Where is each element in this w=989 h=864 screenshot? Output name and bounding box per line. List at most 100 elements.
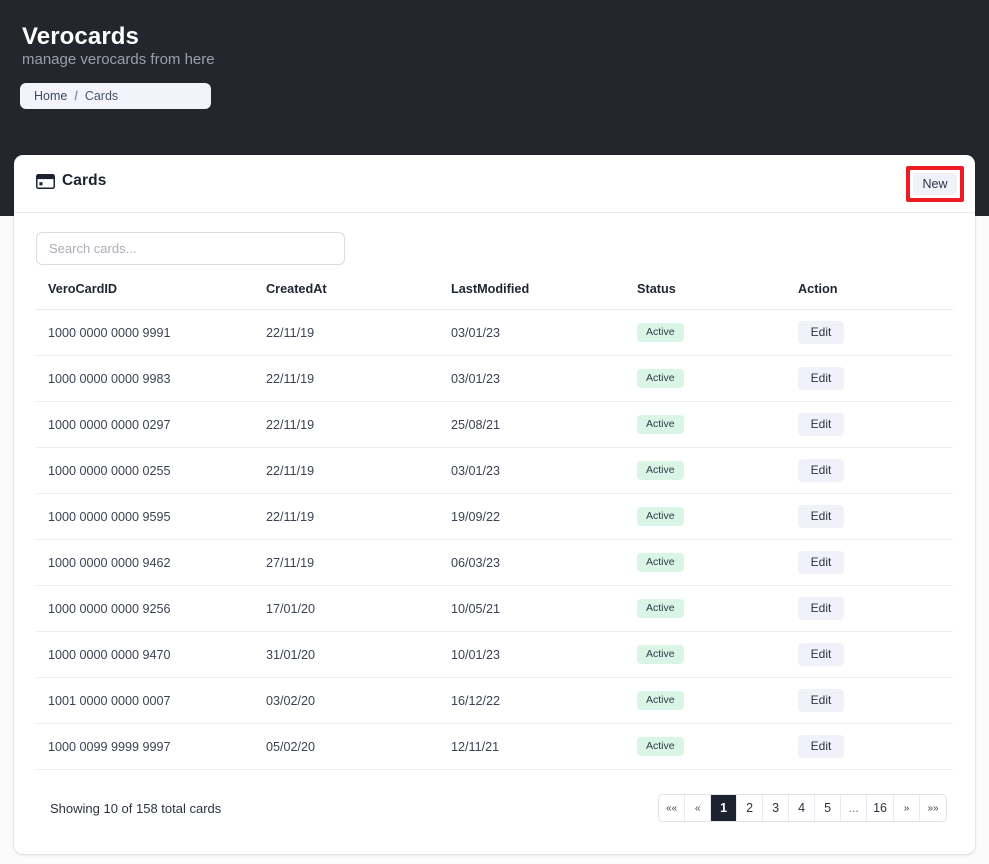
cell-lastmodified: 03/01/23	[451, 447, 637, 494]
status-badge: Active	[637, 737, 684, 756]
table-header-row: VeroCardID CreatedAt LastModified Status…	[36, 282, 953, 310]
breadcrumb-home[interactable]: Home	[34, 89, 67, 103]
new-button[interactable]: New	[913, 173, 957, 195]
cell-status: Active	[637, 493, 798, 540]
edit-button[interactable]: Edit	[798, 643, 844, 666]
cell-createdat: 22/11/19	[266, 447, 451, 494]
cards-table-wrap: VeroCardID CreatedAt LastModified Status…	[14, 265, 975, 770]
cell-verocardid: 1000 0000 0000 9470	[36, 631, 266, 678]
breadcrumb: Home / Cards	[20, 83, 211, 109]
cell-lastmodified: 25/08/21	[451, 401, 637, 448]
cell-action: Edit	[798, 401, 953, 448]
status-badge: Active	[637, 369, 684, 388]
pagination-next[interactable]: »	[894, 795, 920, 821]
col-header-action: Action	[798, 282, 953, 310]
edit-button[interactable]: Edit	[798, 459, 844, 482]
cell-verocardid: 1000 0000 0000 0297	[36, 401, 266, 448]
cell-createdat: 22/11/19	[266, 355, 451, 402]
cards-panel: Cards New VeroCardID CreatedAt LastModif…	[14, 155, 975, 854]
cell-status: Active	[637, 355, 798, 402]
pagination-page-16[interactable]: 16	[867, 795, 894, 821]
cell-createdat: 22/11/19	[266, 493, 451, 540]
cell-verocardid: 1000 0000 0000 9256	[36, 585, 266, 632]
page-root: Verocards manage verocards from here Hom…	[0, 0, 989, 864]
breadcrumb-current: Cards	[84, 89, 119, 103]
edit-button[interactable]: Edit	[798, 551, 844, 574]
pagination-prev[interactable]: «	[685, 795, 712, 821]
col-header-verocardid: VeroCardID	[36, 282, 266, 310]
status-badge: Active	[637, 645, 684, 664]
cell-verocardid: 1000 0000 0000 9991	[36, 309, 266, 356]
cell-verocardid: 1000 0000 0000 9462	[36, 539, 266, 586]
panel-title-group: Cards	[36, 172, 106, 190]
pagination: «« «1 2 3 4 5... 16»»»	[658, 794, 947, 822]
cell-verocardid: 1000 0000 0000 9983	[36, 355, 266, 402]
cards-table: VeroCardID CreatedAt LastModified Status…	[36, 282, 953, 770]
app-subtitle: manage verocards from here	[22, 51, 215, 68]
cell-createdat: 17/01/20	[266, 585, 451, 632]
cell-verocardid: 1000 0000 0000 0255	[36, 447, 266, 494]
panel-title: Cards	[62, 172, 107, 189]
col-header-createdat: CreatedAt	[266, 282, 451, 310]
cell-action: Edit	[798, 309, 953, 356]
cell-verocardid: 1001 0000 0000 0007	[36, 677, 266, 724]
cell-createdat: 31/01/20	[266, 631, 451, 678]
cell-action: Edit	[798, 447, 953, 494]
edit-button[interactable]: Edit	[798, 321, 844, 344]
edit-button[interactable]: Edit	[798, 597, 844, 620]
breadcrumb-separator: /	[74, 89, 78, 103]
status-badge: Active	[637, 691, 684, 710]
edit-button[interactable]: Edit	[798, 689, 844, 712]
pagination-page-3[interactable]: 3	[763, 795, 790, 821]
table-row: 1000 0000 0000 9595 22/11/19 19/09/22 Activ…	[36, 493, 953, 540]
cell-createdat: 27/11/19	[266, 539, 451, 586]
col-header-lastmodified: LastModified	[451, 282, 637, 310]
cell-status: Active	[637, 401, 798, 448]
edit-button[interactable]: Edit	[798, 367, 844, 390]
pagination-page-2[interactable]: 2	[737, 795, 764, 821]
cell-action: Edit	[798, 355, 953, 402]
credit-card-icon	[36, 173, 55, 189]
col-header-status: Status	[637, 282, 798, 310]
search-input[interactable]	[36, 232, 345, 265]
panel-footer: Showing 10 of 158 total cards «« «1 2 3 4 5..…	[14, 762, 975, 854]
edit-button[interactable]: Edit	[798, 735, 844, 758]
edit-button[interactable]: Edit	[798, 413, 844, 436]
cell-action: Edit	[798, 585, 953, 632]
cell-action: Edit	[798, 677, 953, 724]
pagination-page-5[interactable]: 5	[815, 795, 842, 821]
table-row: 1000 0000 0000 9983 22/11/19 03/01/23 Activ…	[36, 355, 953, 402]
cell-action: Edit	[798, 539, 953, 586]
cell-createdat: 22/11/19	[266, 401, 451, 448]
cell-status: Active	[637, 447, 798, 494]
cell-lastmodified: 10/01/23	[451, 631, 637, 678]
status-badge: Active	[637, 415, 684, 434]
pagination-first[interactable]: ««	[659, 795, 686, 821]
table-row: 1000 0000 0000 9462 27/11/19 06/03/23 Activ…	[36, 539, 953, 586]
table-row: 1000 0000 0000 9470 31/01/20 10/01/23 Activ…	[36, 631, 953, 678]
cell-lastmodified: 10/05/21	[451, 585, 637, 632]
cell-createdat: 22/11/19	[266, 309, 451, 356]
status-badge: Active	[637, 461, 684, 480]
showing-count: Showing 10 of 158 total cards	[50, 800, 222, 816]
cell-verocardid: 1000 0000 0000 9595	[36, 493, 266, 540]
status-badge: Active	[637, 553, 684, 572]
cell-action: Edit	[798, 631, 953, 678]
table-body: 1000 0000 0000 9991 22/11/19 03/01/23 Activ…	[36, 309, 953, 770]
status-badge: Active	[637, 507, 684, 526]
cell-status: Active	[637, 585, 798, 632]
pagination-page-4[interactable]: 4	[789, 795, 816, 821]
search-row	[14, 213, 975, 265]
app-title: Verocards	[22, 23, 139, 50]
table-head: VeroCardID CreatedAt LastModified Status…	[36, 282, 953, 310]
cell-status: Active	[637, 309, 798, 356]
table-row: 1000 0000 0000 9256 17/01/20 10/05/21 Activ…	[36, 585, 953, 632]
pagination-page-1[interactable]: 1	[711, 795, 738, 821]
pagination-last[interactable]: »»	[920, 795, 946, 821]
edit-button[interactable]: Edit	[798, 505, 844, 528]
table-row: 1000 0000 0000 0297 22/11/19 25/08/21 Activ…	[36, 401, 953, 448]
cell-status: Active	[637, 631, 798, 678]
table-row: 1000 0000 0000 9991 22/11/19 03/01/23 Activ…	[36, 309, 953, 356]
pagination-ellipsis: ...	[841, 795, 868, 821]
panel-header: Cards New	[14, 155, 975, 213]
